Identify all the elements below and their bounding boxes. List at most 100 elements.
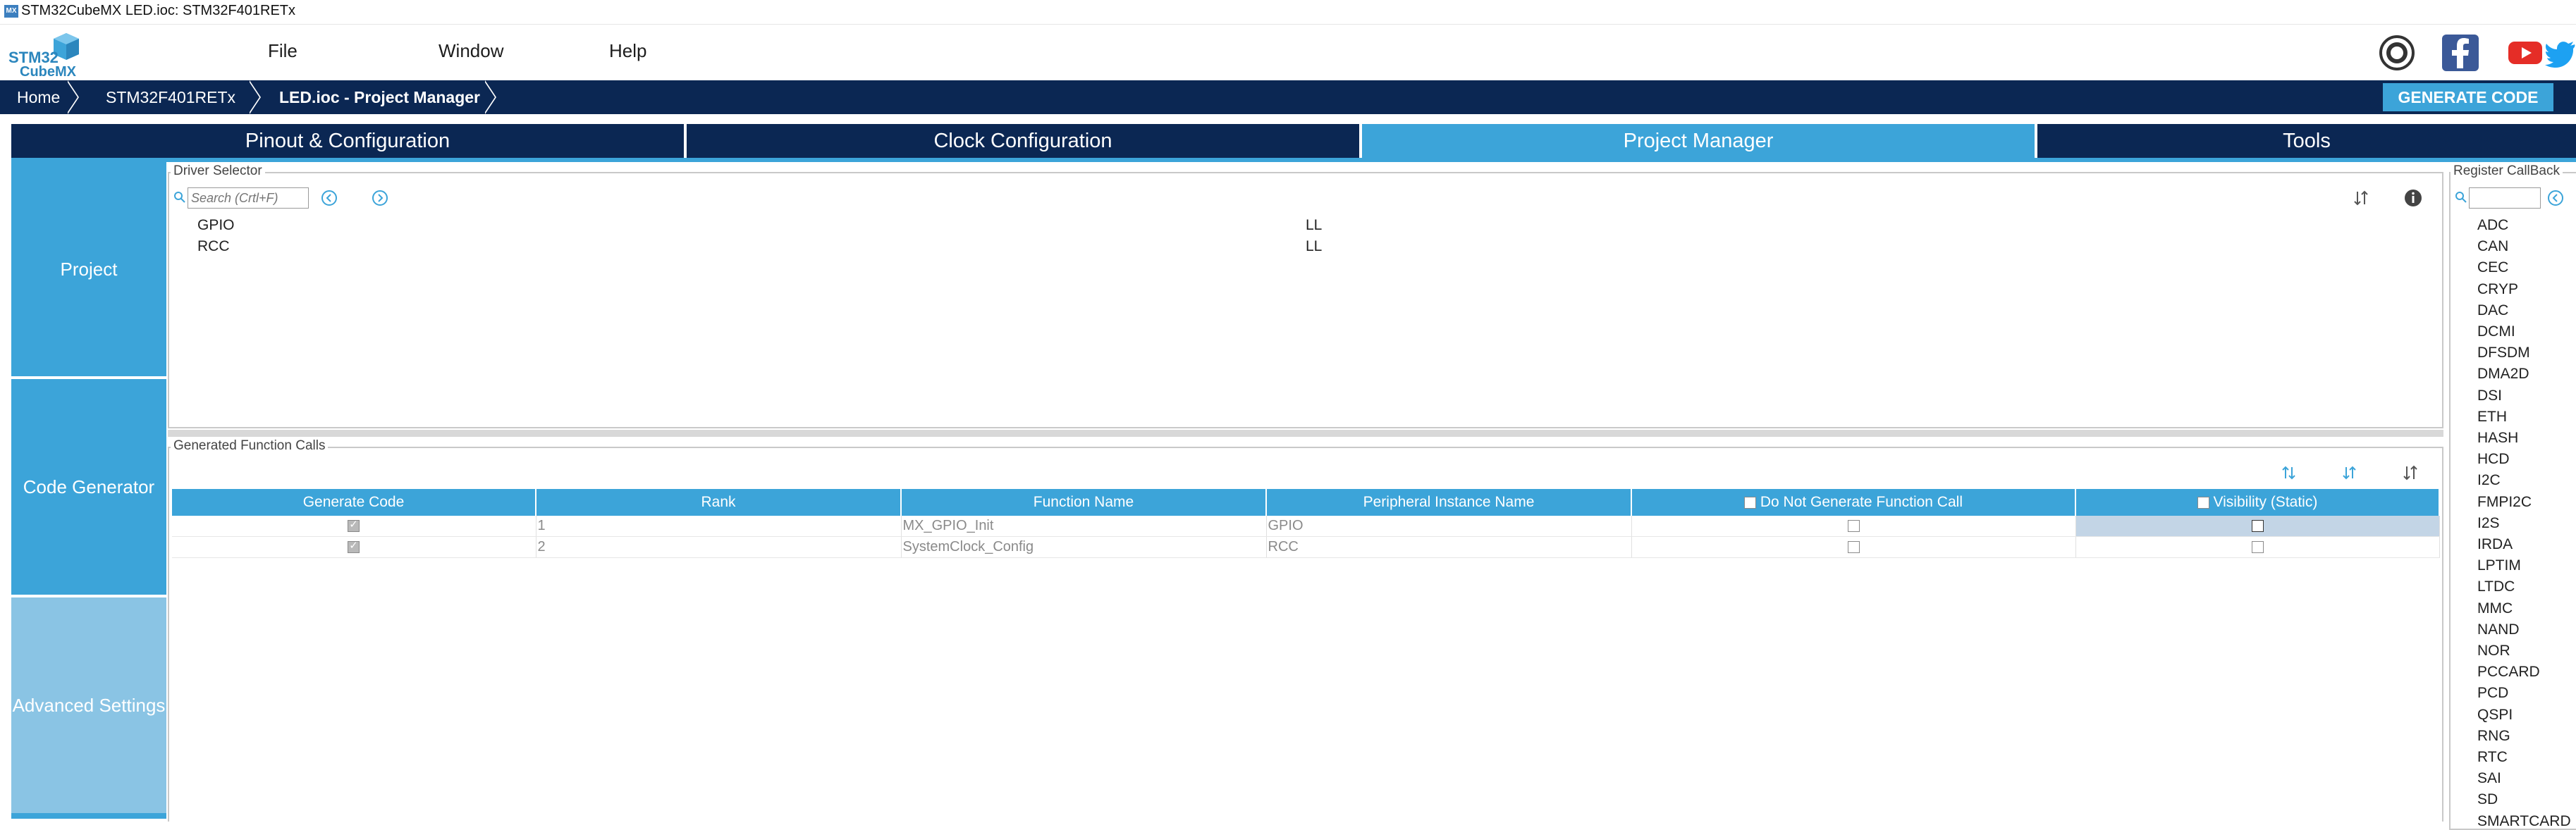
- do-not-generate-checkbox[interactable]: [1847, 520, 1860, 533]
- register-callback-item[interactable]: ETH: [2477, 409, 2507, 426]
- menu-window[interactable]: Window: [438, 40, 503, 62]
- table-header-row: Generate Code Rank Function Name Periphe…: [172, 489, 2440, 516]
- do-not-generate-label: Do Not Generate Function Call: [1760, 494, 1963, 510]
- stm32cubemx-logo: STM32 CubeMX: [8, 30, 86, 80]
- move-up-icon[interactable]: [2280, 464, 2298, 482]
- tab-clock-configuration[interactable]: Clock Configuration: [687, 124, 1359, 158]
- nav-code-generator[interactable]: Code Generator: [11, 379, 166, 595]
- register-callback-item[interactable]: PCD: [2477, 685, 2508, 702]
- register-callback-item[interactable]: HASH: [2477, 430, 2518, 447]
- breadcrumb-home[interactable]: Home: [17, 80, 60, 114]
- register-callback-item[interactable]: LTDC: [2477, 578, 2515, 595]
- column-header-peripheral-instance-name[interactable]: Peripheral Instance Name: [1266, 489, 1632, 516]
- generate-code-checkbox[interactable]: [348, 539, 360, 554]
- register-callback-item[interactable]: LPTIM: [2477, 557, 2521, 574]
- nav-advanced-settings[interactable]: Advanced Settings: [11, 597, 166, 813]
- breadcrumb-device[interactable]: STM32F401RETx: [106, 80, 235, 114]
- register-callback-item[interactable]: DFSDM: [2477, 345, 2530, 361]
- tab-pinout-configuration[interactable]: Pinout & Configuration: [11, 124, 684, 158]
- driver-selector-panel: [168, 172, 2443, 428]
- driver-row-value[interactable]: LL: [1306, 238, 1322, 255]
- menu-bar: STM32 CubeMX File Window Help: [0, 24, 2576, 81]
- register-callback-item[interactable]: SAI: [2477, 770, 2501, 787]
- search-icon: [173, 191, 186, 204]
- sort-icon[interactable]: [2352, 189, 2370, 207]
- register-callback-item[interactable]: QSPI: [2477, 707, 2513, 724]
- generate-code-button[interactable]: GENERATE CODE: [2383, 83, 2553, 111]
- youtube-icon[interactable]: [2507, 35, 2544, 71]
- menu-file[interactable]: File: [268, 40, 298, 62]
- register-callback-item[interactable]: IRDA: [2477, 536, 2513, 553]
- app-icon: MX: [4, 5, 18, 18]
- driver-search-input[interactable]: [188, 187, 309, 209]
- driver-row-name: RCC: [197, 238, 230, 254]
- visibility-checkbox[interactable]: [2251, 520, 2264, 533]
- register-callback-item[interactable]: PCCARD: [2477, 664, 2540, 681]
- search-next-icon[interactable]: [371, 189, 389, 207]
- column-header-rank[interactable]: Rank: [536, 489, 902, 516]
- select-all-do-not-generate-checkbox[interactable]: [1744, 496, 1756, 509]
- register-callback-item[interactable]: DAC: [2477, 302, 2508, 319]
- register-callback-item[interactable]: MMC: [2477, 600, 2513, 617]
- register-callback-item[interactable]: DCMI: [2477, 323, 2515, 340]
- register-callback-item[interactable]: RNG: [2477, 728, 2510, 745]
- breadcrumb: Home STM32F401RETx LED.ioc - Project Man…: [0, 80, 2576, 114]
- search-previous-icon[interactable]: [2546, 189, 2565, 207]
- window-title: STM32CubeMX LED.ioc: STM32F401RETx: [21, 3, 296, 18]
- search-previous-icon[interactable]: [320, 189, 338, 207]
- select-all-visibility-checkbox[interactable]: [2197, 496, 2209, 509]
- register-callback-title: Register CallBack: [2451, 163, 2563, 179]
- nav-more: [11, 813, 166, 819]
- nav-project[interactable]: Project: [11, 162, 166, 376]
- main-tabs: Pinout & Configuration Clock Configurati…: [11, 124, 2576, 158]
- info-icon[interactable]: [2404, 189, 2422, 207]
- chevron-right-icon: [248, 80, 259, 114]
- register-callback-item[interactable]: CAN: [2477, 238, 2508, 255]
- tab-tools[interactable]: Tools: [2037, 124, 2576, 158]
- register-callback-item[interactable]: DSI: [2477, 388, 2502, 404]
- st-10-anniversary-icon[interactable]: [2379, 35, 2415, 71]
- register-callback-search-input[interactable]: [2469, 187, 2541, 209]
- column-header-function-name[interactable]: Function Name: [901, 489, 1267, 516]
- register-callback-item[interactable]: DMA2D: [2477, 366, 2529, 383]
- sort-icon[interactable]: [2401, 464, 2419, 482]
- menu-help[interactable]: Help: [609, 40, 646, 62]
- table-row[interactable]: 2 SystemClock_Config RCC: [172, 536, 2440, 558]
- register-callback-item[interactable]: I2C: [2477, 472, 2501, 489]
- facebook-icon[interactable]: [2442, 35, 2479, 71]
- tab-underline: [11, 158, 2576, 162]
- column-header-generate-code[interactable]: Generate Code: [172, 489, 536, 516]
- register-callback-item[interactable]: FMPI2C: [2477, 494, 2532, 511]
- move-down-icon[interactable]: [2341, 464, 2359, 482]
- twitter-icon[interactable]: [2545, 35, 2576, 71]
- register-callback-item[interactable]: I2S: [2477, 515, 2500, 532]
- column-header-visibility[interactable]: Visibility (Static): [2075, 489, 2440, 516]
- register-callback-item[interactable]: SD: [2477, 791, 2498, 808]
- do-not-generate-checkbox[interactable]: [1847, 541, 1860, 554]
- driver-row-value[interactable]: LL: [1306, 217, 1322, 234]
- tab-project-manager[interactable]: Project Manager: [1362, 124, 2035, 158]
- visibility-label: Visibility (Static): [2213, 494, 2318, 510]
- register-callback-item[interactable]: CEC: [2477, 259, 2508, 276]
- register-callback-item[interactable]: NAND: [2477, 621, 2520, 638]
- generate-code-checkbox[interactable]: [348, 518, 360, 533]
- register-callback-item[interactable]: HCD: [2477, 451, 2510, 468]
- register-callback-item[interactable]: SMARTCARD: [2477, 813, 2571, 830]
- logo-text-cubemx: CubeMX: [20, 64, 76, 80]
- column-header-do-not-generate[interactable]: Do Not Generate Function Call: [1631, 489, 2076, 516]
- function-name-cell: MX_GPIO_Init: [901, 516, 1267, 537]
- driver-selector-title: Driver Selector: [171, 163, 265, 179]
- generate-code-cell: [172, 536, 536, 558]
- chevron-right-icon: [66, 80, 78, 114]
- register-callback-item[interactable]: CRYP: [2477, 281, 2518, 298]
- register-callback-item[interactable]: NOR: [2477, 643, 2510, 659]
- table-row[interactable]: 1 MX_GPIO_Init GPIO: [172, 516, 2440, 537]
- driver-row-name: GPIO: [197, 217, 235, 233]
- visibility-checkbox[interactable]: [2251, 541, 2264, 554]
- panel-splitter[interactable]: [168, 430, 2443, 437]
- peripheral-cell: GPIO: [1266, 516, 1632, 537]
- visibility-cell: [2075, 536, 2440, 558]
- register-callback-item[interactable]: RTC: [2477, 749, 2508, 766]
- register-callback-item[interactable]: ADC: [2477, 217, 2508, 234]
- breadcrumb-project[interactable]: LED.ioc - Project Manager: [279, 80, 480, 114]
